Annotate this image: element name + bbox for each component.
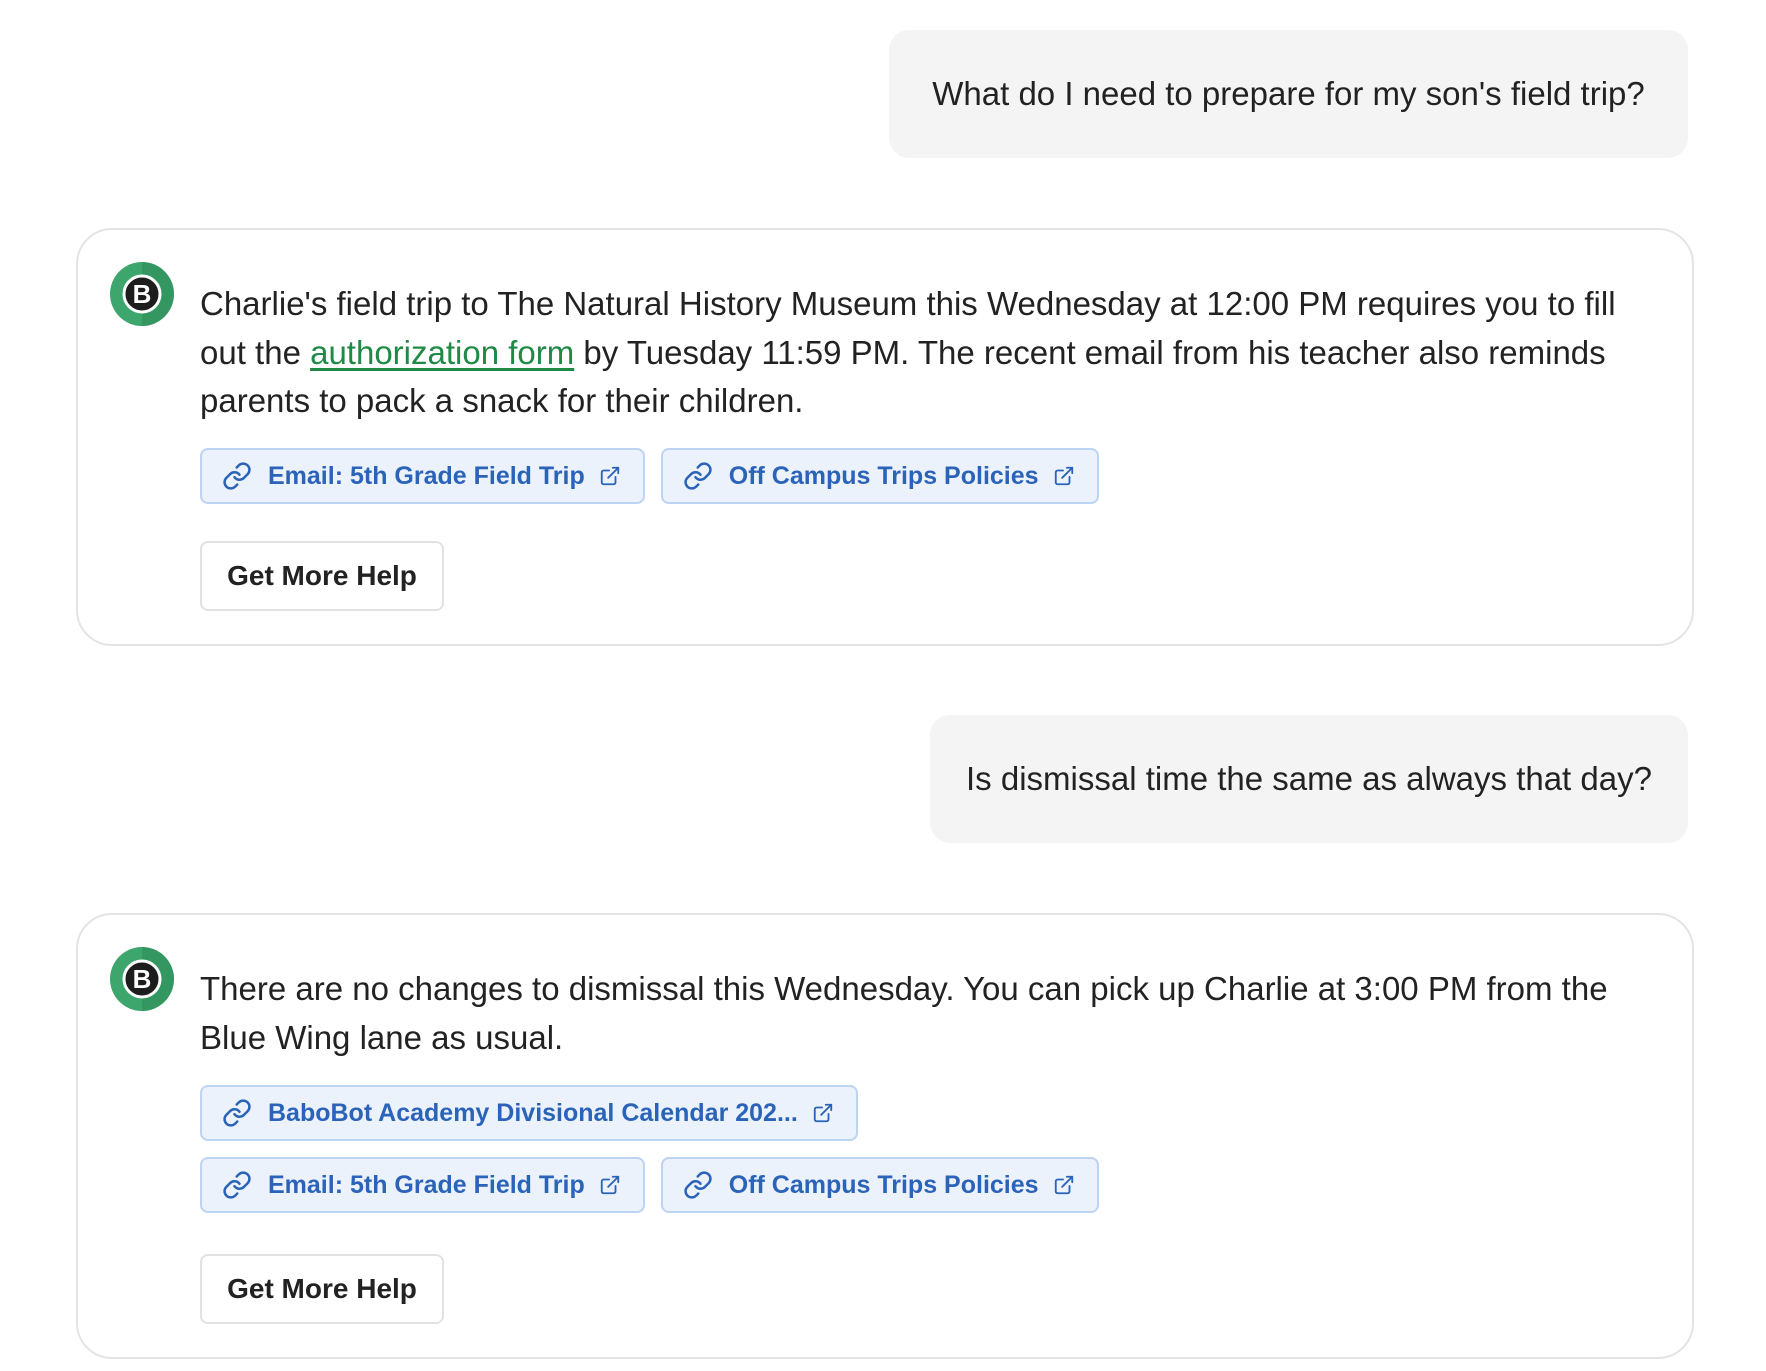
source-chip-label: Email: 5th Grade Field Trip — [268, 1170, 585, 1199]
bot-logo-icon: B — [110, 262, 174, 326]
link-icon — [223, 462, 251, 490]
source-chip[interactable]: Off Campus Trips Policies — [660, 1157, 1099, 1213]
user-message: What do I need to prepare for my son's f… — [889, 30, 1688, 158]
source-chip[interactable]: Email: 5th Grade Field Trip — [200, 1157, 645, 1213]
source-chip[interactable]: Email: 5th Grade Field Trip — [200, 448, 645, 504]
assistant-message-text: Charlie's field trip to The Natural Hist… — [200, 280, 1656, 426]
source-chip-label: Off Campus Trips Policies — [728, 1170, 1039, 1199]
source-chip-label: BaboBot Academy Divisional Calendar 202.… — [268, 1098, 798, 1127]
assistant-message-card: B There are no changes to dismissal this… — [76, 913, 1694, 1359]
get-more-help-button[interactable]: Get More Help — [200, 541, 444, 611]
source-chip-label: Off Campus Trips Policies — [728, 461, 1039, 490]
external-link-icon — [1054, 1175, 1073, 1195]
user-message-text: Is dismissal time the same as always tha… — [966, 760, 1652, 797]
user-message-text: What do I need to prepare for my son's f… — [932, 75, 1645, 112]
external-link-icon — [600, 466, 619, 486]
authorization-form-link[interactable]: authorization form — [310, 334, 574, 371]
user-message: Is dismissal time the same as always tha… — [930, 715, 1688, 843]
chat-thread: What do I need to prepare for my son's f… — [0, 0, 1766, 1371]
link-icon — [684, 1171, 712, 1199]
source-chip[interactable]: Off Campus Trips Policies — [660, 448, 1099, 504]
external-link-icon — [1054, 466, 1073, 486]
source-chip-label: Email: 5th Grade Field Trip — [268, 461, 585, 490]
assistant-message-text: There are no changes to dismissal this W… — [200, 970, 1608, 1056]
source-chip[interactable]: BaboBot Academy Divisional Calendar 202.… — [200, 1085, 858, 1141]
svg-text:B: B — [133, 279, 152, 309]
external-link-icon — [600, 1175, 619, 1195]
external-link-icon — [813, 1103, 832, 1123]
source-chips: BaboBot Academy Divisional Calendar 202.… — [200, 1085, 1300, 1213]
link-icon — [684, 462, 712, 490]
link-icon — [223, 1099, 251, 1127]
link-icon — [223, 1171, 251, 1199]
bot-logo-icon: B — [110, 947, 174, 1011]
assistant-message-card: B Charlie's field trip to The Natural Hi… — [76, 228, 1694, 646]
source-chips: Email: 5th Grade Field Trip Off Campus T… — [200, 448, 1656, 504]
svg-text:B: B — [133, 964, 152, 994]
get-more-help-button[interactable]: Get More Help — [200, 1254, 444, 1324]
